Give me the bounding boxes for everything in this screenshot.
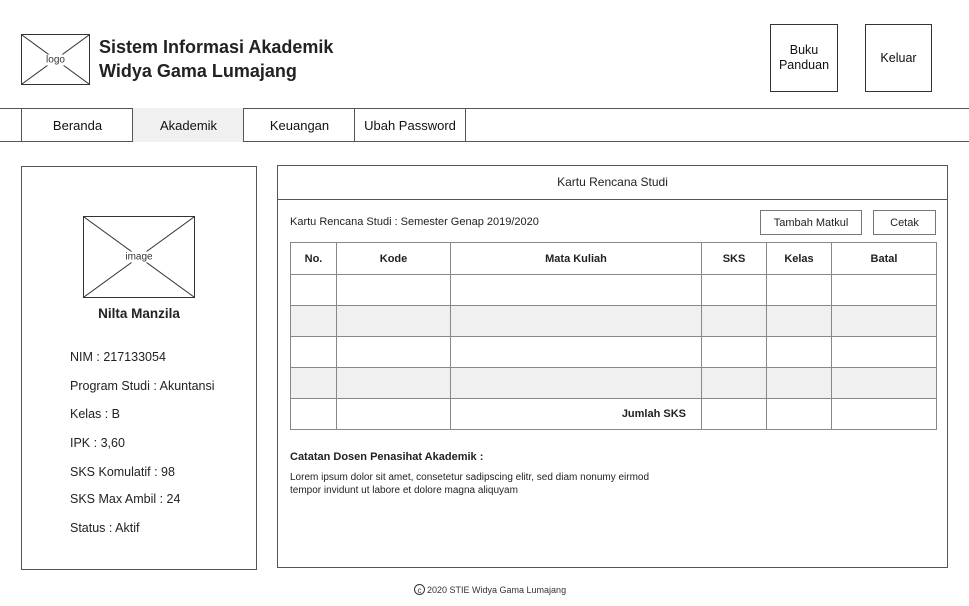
- krs-semester-label: Kartu Rencana Studi : Semester Genap 201…: [290, 216, 539, 228]
- student-status: Status : Aktif: [70, 521, 140, 535]
- student-ipk: IPK : 3,60: [70, 436, 125, 450]
- footer: c 2020 STIE Widya Gama Lumajang: [414, 584, 566, 595]
- total-sks-label: Jumlah SKS: [450, 398, 702, 430]
- nav-item-beranda[interactable]: Beranda: [21, 108, 133, 142]
- table-total-row: Jumlah SKS: [290, 398, 937, 430]
- student-nim: NIM : 217133054: [70, 350, 166, 364]
- guide-button-line1: Buku: [789, 43, 819, 57]
- app-title-line1: Sistem Informasi Akademik: [99, 37, 334, 57]
- guide-button[interactable]: Buku Panduan: [770, 24, 838, 92]
- column-header-kode: Kode: [336, 242, 451, 275]
- nav-item-keuangan[interactable]: Keuangan: [243, 108, 355, 142]
- nav-item-ubah-password[interactable]: Ubah Password: [354, 108, 466, 142]
- advisor-notes-text-line1: Lorem ipsum dolor sit amet, consetetur s…: [290, 472, 650, 483]
- column-header-mata-kuliah: Mata Kuliah: [450, 242, 702, 275]
- table-row: [290, 336, 937, 368]
- column-header-sks: SKS: [701, 242, 767, 275]
- student-sks-cumulative: SKS Komulatif : 98: [70, 465, 175, 479]
- column-header-no: No.: [290, 242, 337, 275]
- add-course-button[interactable]: Tambah Matkul: [760, 210, 862, 235]
- logo-placeholder: logo: [21, 34, 90, 85]
- column-header-kelas: Kelas: [766, 242, 832, 275]
- total-sks-value: [701, 398, 767, 430]
- profile-image-placeholder: image: [83, 216, 195, 298]
- profile-image-label: image: [123, 251, 155, 263]
- table-header-row: No. Kode Mata Kuliah SKS Kelas Batal: [290, 242, 937, 275]
- logout-button[interactable]: Keluar: [865, 24, 932, 92]
- copyright-icon: c: [414, 584, 425, 595]
- advisor-notes-title: Catatan Dosen Penasihat Akademik :: [290, 451, 484, 463]
- footer-text: 2020 STIE Widya Gama Lumajang: [427, 584, 567, 595]
- logo-label: logo: [44, 54, 67, 65]
- krs-table: No. Kode Mata Kuliah SKS Kelas Batal Jum…: [290, 242, 937, 430]
- student-program: Program Studi : Akuntansi: [70, 379, 215, 393]
- app-title-line2: Widya Gama Lumajang: [99, 61, 297, 81]
- student-sks-max: SKS Max Ambil : 24: [70, 492, 181, 506]
- advisor-notes-text-line2: tempor invidunt ut labore et dolore magn…: [290, 485, 518, 496]
- table-row: [290, 305, 937, 337]
- student-name: Nilta Manzila: [98, 306, 180, 321]
- nav-item-akademik[interactable]: Akademik: [132, 108, 244, 142]
- table-row: [290, 274, 937, 306]
- guide-button-line2: Panduan: [778, 58, 830, 72]
- column-header-batal: Batal: [831, 242, 937, 275]
- print-button[interactable]: Cetak: [873, 210, 936, 235]
- krs-panel-title: Kartu Rencana Studi: [557, 175, 668, 189]
- krs-panel-header-divider: [277, 199, 948, 200]
- table-row: [290, 367, 937, 399]
- student-class: Kelas : B: [70, 407, 121, 421]
